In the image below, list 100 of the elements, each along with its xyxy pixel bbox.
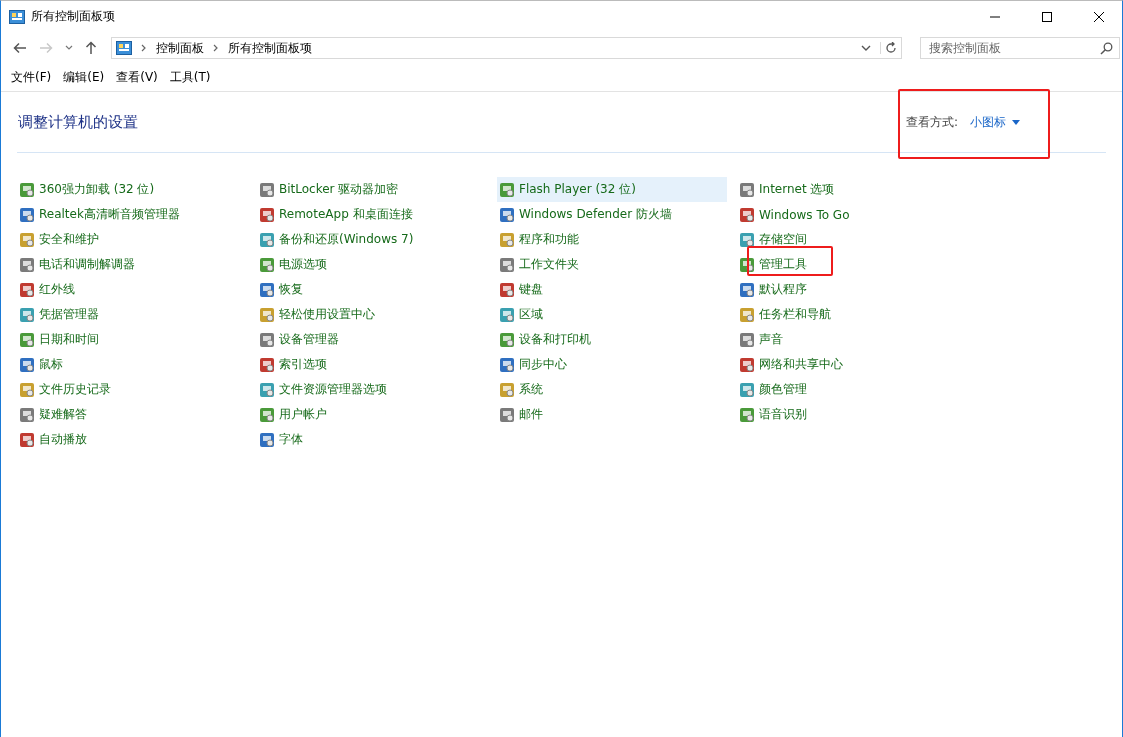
applet-icon [499, 206, 515, 223]
applet-icon [739, 381, 755, 398]
chevron-right-icon [213, 44, 219, 52]
applet-link[interactable]: RemoteApp 和桌面连接 [257, 202, 487, 227]
applet-link[interactable]: 用户帐户 [257, 402, 487, 427]
breadcrumb[interactable]: 所有控制面板项 [228, 39, 312, 57]
close-icon[interactable] [1093, 10, 1105, 23]
applet-icon [259, 231, 275, 248]
applet-link[interactable]: 红外线 [17, 277, 247, 302]
up-arrow-icon[interactable] [85, 41, 97, 55]
menu-item[interactable]: 查看(V) [116, 69, 158, 86]
applet-icon [499, 181, 515, 198]
applet-link[interactable]: 设备管理器 [257, 327, 487, 352]
control-panel-icon [116, 41, 132, 55]
applet-link[interactable]: 语音识别 [737, 402, 967, 427]
applet-icon [739, 406, 755, 423]
address-bar[interactable]: 控制面板 所有控制面板项 [111, 37, 902, 59]
applet-link[interactable]: 键盘 [497, 277, 727, 302]
applet-link[interactable]: BitLocker 驱动器加密 [257, 177, 487, 202]
applet-icon [739, 181, 755, 198]
applet-link[interactable]: Windows Defender 防火墙 [497, 202, 727, 227]
applet-link[interactable]: 工作文件夹 [497, 252, 727, 277]
applet-icon [19, 306, 35, 323]
applet-icon [259, 381, 275, 398]
applet-icon [259, 281, 275, 298]
applet-link[interactable]: 电话和调制解调器 [17, 252, 247, 277]
applet-icon [739, 281, 755, 298]
applet-link[interactable]: 邮件 [497, 402, 727, 427]
applet-icon [499, 231, 515, 248]
applet-link[interactable]: 默认程序 [737, 277, 967, 302]
applet-icon [739, 331, 755, 348]
applet-link[interactable]: 字体 [257, 427, 487, 452]
applet-link[interactable]: Internet 选项 [737, 177, 967, 202]
menu-item[interactable]: 工具(T) [169, 69, 211, 86]
applet-icon [19, 281, 35, 298]
applet-icon [19, 256, 35, 273]
search-icon [1100, 42, 1113, 55]
applet-icon [499, 281, 515, 298]
applet-link[interactable]: 区域 [497, 302, 727, 327]
applet-icon [739, 356, 755, 373]
breadcrumb[interactable]: 控制面板 [156, 39, 204, 57]
applet-icon [739, 231, 755, 248]
applet-icon [19, 431, 35, 448]
back-arrow-icon[interactable] [13, 42, 27, 54]
search-field[interactable]: 搜索控制面板 [920, 37, 1120, 59]
applet-icon [259, 206, 275, 223]
chevron-down-icon[interactable] [65, 45, 73, 51]
page-heading: 调整计算机的设置 [17, 112, 139, 132]
applet-link[interactable]: 文件资源管理器选项 [257, 377, 487, 402]
applet-link[interactable]: 同步中心 [497, 352, 727, 377]
applet-icon [19, 381, 35, 398]
applet-icon [19, 231, 35, 248]
applet-link[interactable]: 恢复 [257, 277, 487, 302]
applet-icon [499, 306, 515, 323]
applet-icon [19, 406, 35, 423]
applet-link[interactable]: 存储空间 [737, 227, 967, 252]
applet-link[interactable]: Windows To Go [737, 202, 967, 227]
applet-link[interactable]: 360强力卸载 (32 位) [17, 177, 247, 202]
applet-link[interactable]: 安全和维护 [17, 227, 247, 252]
applet-link[interactable]: 日期和时间 [17, 327, 247, 352]
applet-icon [259, 356, 275, 373]
applet-icon [259, 181, 275, 198]
applet-link[interactable]: 系统 [497, 377, 727, 402]
applet-link[interactable]: 颜色管理 [737, 377, 967, 402]
applet-icon [19, 206, 35, 223]
view-by-label: 查看方式: [905, 113, 958, 131]
applet-link[interactable]: 管理工具 [737, 252, 967, 277]
applet-icon [499, 256, 515, 273]
applet-link[interactable]: 自动播放 [17, 427, 247, 452]
applet-icon [499, 331, 515, 348]
menu-item[interactable]: 编辑(E) [63, 69, 105, 86]
applet-icon [499, 406, 515, 423]
applet-link[interactable]: 网络和共享中心 [737, 352, 967, 377]
applet-link[interactable]: 鼠标 [17, 352, 247, 377]
applet-link[interactable]: 程序和功能 [497, 227, 727, 252]
applet-link[interactable]: 备份和还原(Windows 7) [257, 227, 487, 252]
caret-icon[interactable] [1012, 119, 1020, 125]
applet-icon [739, 206, 755, 223]
applet-link[interactable]: 索引选项 [257, 352, 487, 377]
applet-icon [259, 306, 275, 323]
refresh-icon[interactable] [880, 42, 897, 54]
applet-icon [739, 306, 755, 323]
maximize-icon[interactable] [1041, 10, 1053, 23]
applet-link[interactable]: 设备和打印机 [497, 327, 727, 352]
applet-icon [259, 431, 275, 448]
applet-link[interactable]: 文件历史记录 [17, 377, 247, 402]
dropdown-icon[interactable] [861, 44, 871, 52]
applet-link[interactable]: Flash Player (32 位) [497, 177, 727, 202]
applet-icon [259, 256, 275, 273]
applet-link[interactable]: 任务栏和导航 [737, 302, 967, 327]
view-dropdown[interactable]: 小图标 [970, 113, 1006, 131]
applet-link[interactable]: 凭据管理器 [17, 302, 247, 327]
applet-link[interactable]: 声音 [737, 327, 967, 352]
applet-link[interactable]: 疑难解答 [17, 402, 247, 427]
chevron-right-icon [141, 44, 147, 52]
applet-icon [259, 331, 275, 348]
applet-link[interactable]: Realtek高清晰音频管理器 [17, 202, 247, 227]
menu-item[interactable]: 文件(F) [11, 69, 52, 86]
applet-link[interactable]: 电源选项 [257, 252, 487, 277]
applet-link[interactable]: 轻松使用设置中心 [257, 302, 487, 327]
